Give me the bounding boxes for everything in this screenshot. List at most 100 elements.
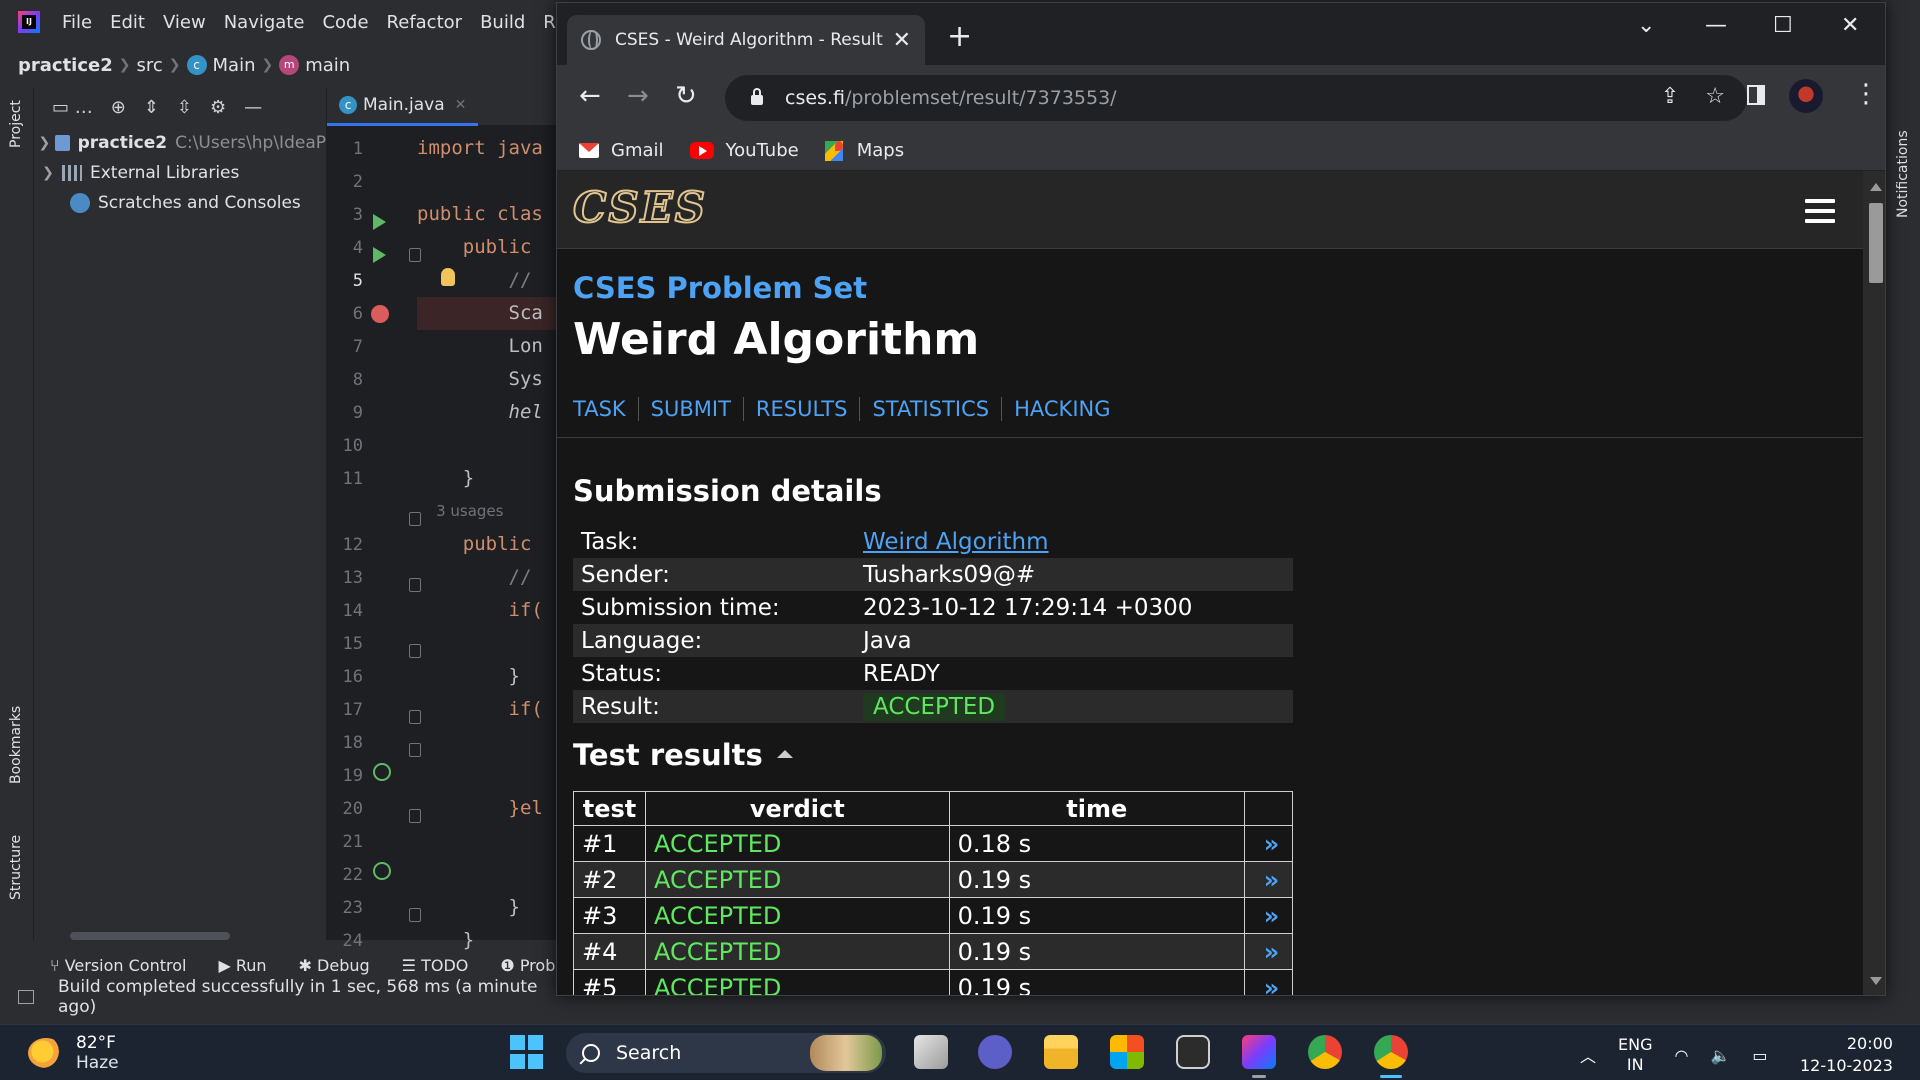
menu-file[interactable]: File (62, 12, 92, 33)
double-chevron-right-icon[interactable]: » (1264, 902, 1279, 930)
task-link[interactable]: Weird Algorithm (863, 529, 1049, 555)
close-window-icon[interactable]: ✕ (1841, 13, 1859, 38)
back-icon[interactable]: ← (579, 81, 601, 111)
view-test-link[interactable]: » (1244, 861, 1293, 898)
run-icon[interactable] (373, 214, 386, 230)
run-icon[interactable] (373, 247, 386, 263)
reload-icon[interactable]: ↻ (675, 81, 697, 111)
breadcrumb-project[interactable]: practice2 (18, 55, 113, 76)
file-explorer-icon[interactable] (1044, 1035, 1078, 1069)
forward-icon[interactable]: → (627, 81, 649, 111)
menu-view[interactable]: View (163, 12, 206, 33)
double-chevron-right-icon[interactable]: » (1264, 938, 1279, 966)
language-indicator[interactable]: ENG IN (1618, 1035, 1652, 1075)
tests-heading-row[interactable]: Test results (573, 738, 793, 772)
page-scrollbar[interactable] (1863, 171, 1885, 995)
close-icon[interactable]: ✕ (455, 97, 467, 113)
tab-main-java[interactable]: c Main.java ✕ (327, 88, 479, 126)
new-tab-icon[interactable]: + (947, 19, 972, 54)
todo-tab[interactable]: ☰ TODO (402, 956, 469, 975)
double-chevron-right-icon[interactable]: » (1264, 830, 1279, 858)
view-test-link[interactable]: » (1244, 897, 1293, 934)
chevron-right-icon[interactable]: ❯ (34, 165, 62, 181)
breadcrumb-class[interactable]: Main (213, 55, 256, 76)
breadcrumb-method[interactable]: main (305, 55, 350, 76)
task-view-icon[interactable] (914, 1035, 948, 1069)
hamburger-menu-icon[interactable] (1805, 199, 1835, 223)
side-panel-icon[interactable] (1747, 85, 1765, 105)
scroll-up-icon[interactable] (1870, 183, 1882, 191)
chevron-up-icon[interactable]: ︿ (1580, 1043, 1596, 1067)
locate-icon[interactable]: ⊕ (111, 97, 126, 118)
menu-build[interactable]: Build (480, 12, 525, 33)
double-chevron-right-icon[interactable]: » (1264, 974, 1279, 996)
address-bar[interactable]: cses.fi/problemset/result/7373553/ ⇪ ☆ (725, 75, 1747, 121)
tree-item-external-libraries[interactable]: ❯ External Libraries (34, 158, 326, 188)
status-window-icon[interactable] (18, 990, 34, 1004)
chrome-taskbar-icon[interactable] (1308, 1035, 1342, 1069)
collapse-all-icon[interactable]: ⇳ (177, 97, 192, 118)
close-icon[interactable]: ✕ (893, 28, 911, 53)
teams-chat-icon[interactable] (978, 1035, 1012, 1069)
volume-icon[interactable]: 🔈 (1710, 1046, 1730, 1065)
chrome-profile-taskbar-icon[interactable] (1374, 1035, 1408, 1069)
nav-results[interactable]: RESULTS (756, 397, 861, 421)
bookmark-youtube[interactable]: YouTube (689, 140, 799, 161)
scroll-down-icon[interactable] (1870, 977, 1882, 985)
more-menu-icon[interactable]: ⋮ (1853, 79, 1879, 109)
windows-start-icon[interactable] (510, 1035, 544, 1069)
menu-edit[interactable]: Edit (110, 12, 145, 33)
taskbar-search[interactable]: Search (566, 1033, 886, 1073)
star-icon[interactable]: ☆ (1705, 84, 1725, 109)
menu-code[interactable]: Code (322, 12, 368, 33)
lock-icon[interactable] (751, 88, 763, 105)
intellij-taskbar-icon[interactable] (1242, 1035, 1276, 1069)
bookmark-gmail[interactable]: Gmail (579, 140, 664, 161)
scrollbar-thumb[interactable] (1869, 203, 1883, 283)
share-icon[interactable]: ⇪ (1661, 84, 1679, 109)
bookmarks-tool-tab[interactable]: Bookmarks (8, 706, 24, 784)
debug-tab[interactable]: ✱ Debug (299, 956, 370, 975)
weather-widget[interactable]: 82°F Haze (28, 1033, 119, 1073)
clock[interactable]: 20:00 12-10-2023 (1800, 1033, 1893, 1077)
tree-item-project[interactable]: ❯ practice2 C:\Users\hp\IdeaP (34, 128, 326, 158)
double-chevron-right-icon[interactable]: » (1264, 866, 1279, 894)
nav-submit[interactable]: SUBMIT (651, 397, 744, 421)
browser-tab-active[interactable]: CSES - Weird Algorithm - Results ✕ (567, 15, 925, 65)
project-scrollbar[interactable] (70, 932, 230, 940)
chevron-right-icon[interactable]: ❯ (34, 135, 55, 151)
notifications-tool-tab[interactable]: Notifications (1895, 130, 1911, 218)
project-tool-tab[interactable]: Project (8, 100, 24, 148)
bookmark-maps[interactable]: Maps (824, 140, 904, 161)
profile-avatar[interactable] (1789, 79, 1823, 113)
status-message[interactable]: Build completed successfully in 1 sec, 5… (58, 977, 560, 1017)
breakpoint-icon[interactable] (371, 305, 389, 323)
menu-navigate[interactable]: Navigate (224, 12, 305, 33)
code-area[interactable]: import java public clas public // Sca Lo… (417, 132, 557, 957)
usages-hint[interactable]: 3 usages (417, 495, 557, 528)
gear-icon[interactable]: ⚙ (210, 97, 226, 118)
breadcrumb-src[interactable]: src (137, 55, 163, 76)
unity-hub-icon[interactable] (1176, 1035, 1210, 1069)
problems-tab[interactable]: ❶ Prob (500, 956, 555, 975)
structure-tool-tab[interactable]: Structure (8, 835, 24, 900)
wifi-icon[interactable]: ◠ (1675, 1046, 1689, 1065)
cses-logo[interactable]: CSES (572, 184, 707, 232)
code-editor[interactable]: c Main.java ✕ 1 2 3 4 5 6 7 8 9 10 11 12… (326, 88, 557, 951)
nav-task[interactable]: TASK (573, 397, 639, 421)
minimize-icon[interactable]: — (244, 97, 262, 118)
battery-icon[interactable]: ▭ (1752, 1046, 1767, 1065)
run-tab[interactable]: ▶ Run (218, 956, 266, 975)
expand-all-icon[interactable]: ⇕ (144, 97, 159, 118)
view-test-link[interactable]: » (1244, 933, 1293, 970)
view-test-link[interactable]: » (1244, 969, 1293, 996)
menu-refactor[interactable]: Refactor (387, 12, 463, 33)
nav-statistics[interactable]: STATISTICS (872, 397, 1003, 421)
tab-search-icon[interactable]: ⌄ (1637, 13, 1655, 38)
project-view-icon[interactable]: ▭ … (52, 97, 93, 118)
caret-up-icon[interactable] (776, 750, 793, 758)
microsoft-store-icon[interactable] (1110, 1035, 1144, 1069)
view-test-link[interactable]: » (1244, 825, 1293, 862)
tree-item-scratches[interactable]: Scratches and Consoles (34, 188, 326, 218)
version-control-tab[interactable]: ⑂ Version Control (50, 956, 186, 975)
